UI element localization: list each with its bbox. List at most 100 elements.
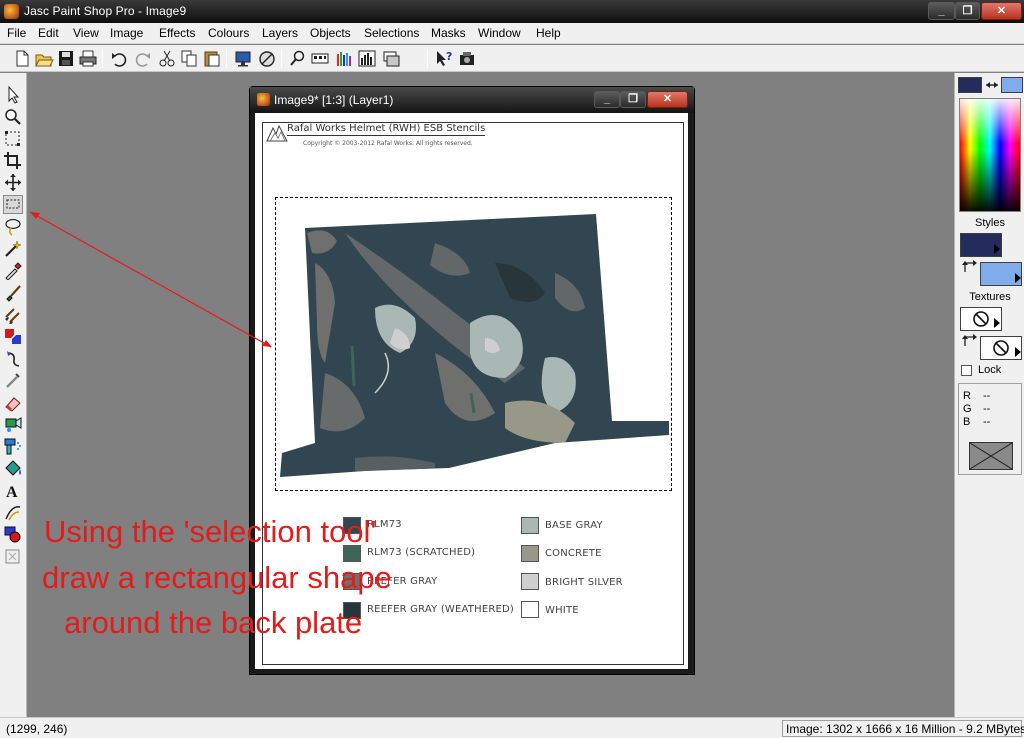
undo-icon[interactable] [109, 49, 129, 68]
menu-window[interactable]: Window [478, 25, 521, 41]
crop-icon[interactable] [3, 151, 23, 170]
foreground-texture-dropdown-icon[interactable] [994, 318, 1000, 328]
copy-icon[interactable] [179, 49, 199, 68]
picture-tube-icon[interactable] [3, 415, 23, 434]
cut-icon[interactable] [157, 49, 177, 68]
menu-colours[interactable]: Colours [208, 25, 249, 41]
menu-help[interactable]: Help [536, 25, 561, 41]
document-maximize-button[interactable]: ❐ [620, 91, 646, 108]
zoom-overview-icon[interactable] [288, 49, 308, 68]
menu-selections[interactable]: Selections [364, 25, 419, 41]
color-spectrum-picker[interactable] [959, 98, 1021, 212]
background-texture-dropdown-icon[interactable] [1015, 347, 1021, 357]
flood-fill-icon[interactable] [3, 459, 23, 478]
menu-objects[interactable]: Objects [310, 25, 351, 41]
close-button[interactable]: ✕ [981, 2, 1022, 20]
cursor-coordinates: (1299, 246) [6, 722, 68, 736]
deformation-icon[interactable] [3, 129, 23, 148]
g-label: G [963, 403, 972, 415]
swap-colors-icon[interactable] [985, 77, 999, 93]
lock-checkbox[interactable] [961, 365, 972, 376]
mover-icon[interactable] [3, 173, 23, 192]
toolbar-separator [226, 49, 227, 68]
eraser-icon[interactable] [3, 393, 23, 412]
tool-palette: A [0, 73, 27, 717]
swap-styles-icon[interactable] [962, 260, 980, 274]
help-context-icon[interactable]: ? [434, 49, 454, 68]
toolbar-separator [102, 49, 103, 68]
textures-label: Textures [969, 291, 1011, 303]
airbrush-icon[interactable] [3, 437, 23, 456]
legend-label: BASE GRAY [545, 520, 603, 531]
b-value: -- [983, 416, 991, 428]
menu-image[interactable]: Image [110, 25, 143, 41]
legend-swatch [521, 517, 539, 534]
image-info: Image: 1302 x 1666 x 16 Million - 9.2 MB… [782, 720, 1024, 737]
toolbar-icon[interactable] [310, 49, 330, 68]
menu-view[interactable]: View [73, 25, 99, 41]
foreground-color-mini[interactable] [958, 77, 982, 93]
document-title-bar[interactable]: Image9* [1:3] (Layer1) _ ❐ ✕ [250, 87, 694, 113]
paste-icon[interactable] [202, 49, 222, 68]
menu-effects[interactable]: Effects [159, 25, 195, 41]
legend-swatch [521, 545, 539, 562]
foreground-style-dropdown-icon[interactable] [994, 244, 1000, 254]
object-selector-icon[interactable] [3, 547, 23, 566]
menu-edit[interactable]: Edit [38, 25, 59, 41]
selection-icon[interactable] [3, 195, 23, 214]
histogram-icon[interactable] [334, 49, 354, 68]
r-value: -- [983, 390, 991, 402]
document-minimize-button[interactable]: _ [594, 91, 620, 108]
palette-view-icon[interactable] [357, 49, 377, 68]
standard-toolbar: ? [0, 45, 1024, 72]
scanner-icon[interactable] [457, 49, 477, 68]
swap-textures-icon[interactable] [962, 334, 980, 348]
menu-masks[interactable]: Masks [431, 25, 466, 41]
magic-wand-icon[interactable] [3, 239, 23, 258]
text-icon[interactable]: A [3, 481, 23, 501]
dropper-icon[interactable] [3, 261, 23, 281]
legend-label: CONCRETE [545, 548, 602, 559]
legend-label: BRIGHT SILVER [545, 577, 623, 588]
r-label: R [963, 390, 971, 402]
legend-label: REEFER GRAY (WEATHERED) [367, 604, 515, 615]
new-icon[interactable] [12, 49, 32, 68]
clone-brush-icon[interactable] [3, 305, 23, 325]
toolbar-separator [281, 49, 282, 68]
document-close-button[interactable]: ✕ [647, 91, 688, 108]
color-preview-box [969, 442, 1013, 470]
print-icon[interactable] [78, 49, 98, 68]
svg-text:A: A [6, 484, 18, 500]
color-replacer-icon[interactable] [3, 327, 23, 346]
screen-preview-icon[interactable] [233, 49, 253, 68]
menu-file[interactable]: File [7, 25, 26, 41]
selection-marquee[interactable] [275, 197, 672, 491]
status-bar: (1299, 246) Image: 1302 x 1666 x 16 Mill… [0, 717, 1024, 738]
maximize-button[interactable]: ❐ [955, 2, 980, 20]
draw-icon[interactable] [3, 503, 23, 522]
redo-icon[interactable] [133, 49, 153, 68]
title-bar: Jasc Paint Shop Pro - Image9 _ ❐ ✕ [0, 0, 1024, 23]
retouch-icon[interactable] [3, 349, 23, 368]
menu-layers[interactable]: Layers [262, 25, 298, 41]
annotation-line-3: around the back plate [64, 605, 363, 640]
background-color-mini[interactable] [1001, 77, 1023, 93]
open-icon[interactable] [34, 49, 54, 68]
background-style-dropdown-icon[interactable] [1015, 273, 1021, 283]
paintbrush-icon[interactable] [3, 283, 23, 302]
browse-icon[interactable] [257, 49, 277, 68]
menu-bar: File Edit View Image Effects Colours Lay… [0, 23, 1024, 44]
minimize-button[interactable]: _ [928, 2, 955, 20]
window-title: Jasc Paint Shop Pro - Image9 [24, 4, 187, 18]
zoom-icon[interactable] [3, 107, 23, 126]
annotation-line-2: draw a rectangular shape [42, 560, 392, 595]
save-icon[interactable] [56, 49, 76, 68]
g-value: -- [983, 403, 991, 415]
arrow-icon[interactable] [3, 85, 23, 104]
color-palette: Styles Textures Lock R -- G -- B -- [954, 73, 1024, 717]
layer-palette-icon[interactable] [381, 49, 401, 68]
freehand-icon[interactable] [3, 217, 23, 236]
preset-shapes-icon[interactable] [3, 525, 23, 544]
scratch-remover-icon[interactable] [3, 371, 23, 390]
legend-label: WHITE [545, 605, 579, 616]
